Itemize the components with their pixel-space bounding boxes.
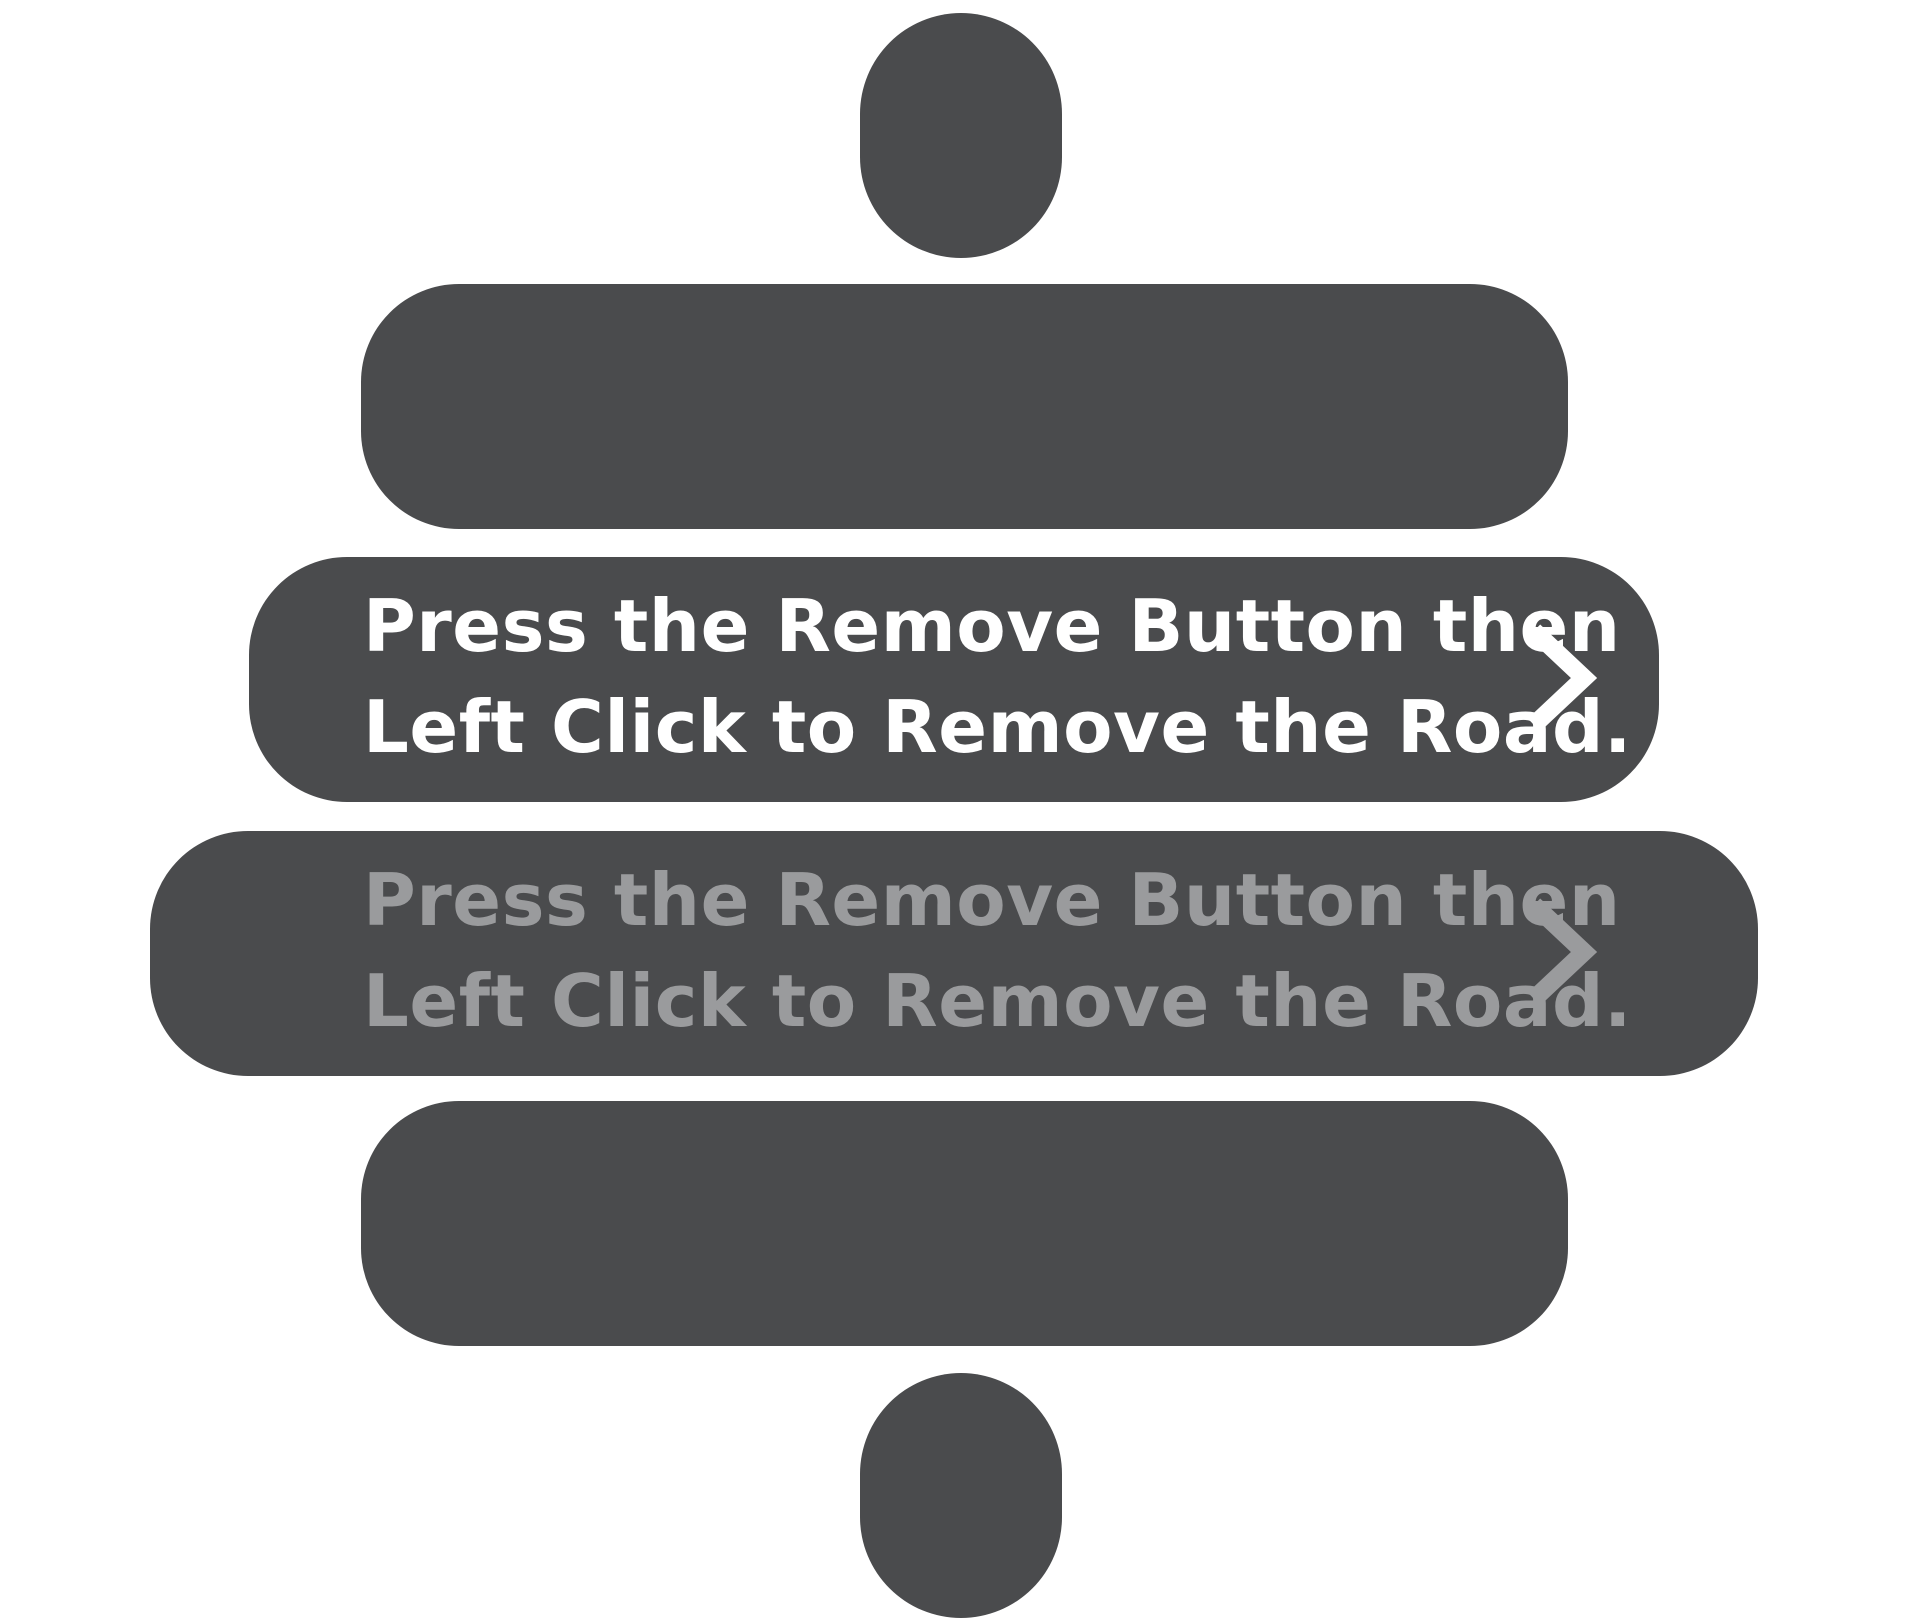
tooltip-text-dim: Press the Remove Button then Left Click … (363, 850, 1632, 1052)
chevron-right-icon[interactable] (1526, 897, 1606, 1007)
tooltip-line-1: Press the Remove Button then (363, 858, 1621, 942)
tooltip-line-1: Press the Remove Button then (363, 584, 1621, 668)
chevron-right-icon[interactable] (1526, 623, 1606, 733)
tooltip-line-2: Left Click to Remove the Road. (363, 959, 1632, 1043)
empty-bar-upper (361, 284, 1568, 529)
top-cap-pill (860, 13, 1062, 258)
tooltip-line-2: Left Click to Remove the Road. (363, 685, 1632, 769)
tooltip-text-active: Press the Remove Button then Left Click … (363, 576, 1632, 778)
bottom-cap-pill (860, 1373, 1062, 1618)
empty-bar-lower (361, 1101, 1568, 1346)
